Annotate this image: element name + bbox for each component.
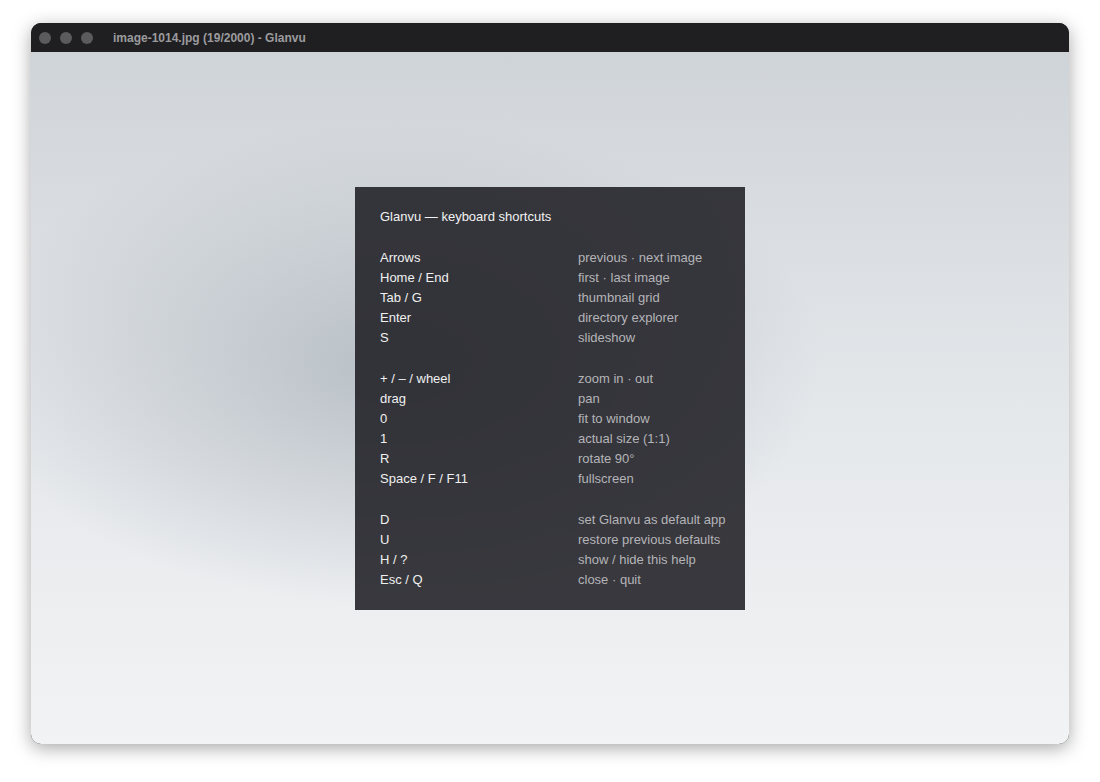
title-bar: image-1014.jpg (19/2000) - Glanvu	[31, 23, 1069, 52]
shortcut-action: close · quit	[578, 570, 730, 590]
shortcut-action: slideshow	[578, 328, 730, 348]
shortcut-keys: H / ?	[380, 550, 578, 570]
shortcut-keys: Space / F / F11	[380, 469, 578, 489]
help-title: Glanvu — keyboard shortcuts	[380, 207, 730, 227]
shortcut-keys: U	[380, 530, 578, 550]
shortcut-action: set Glanvu as default app	[578, 510, 730, 530]
shortcut-keys: R	[380, 449, 578, 469]
shortcut-keys: Arrows	[380, 248, 578, 268]
shortcut-keys: Esc / Q	[380, 570, 578, 590]
shortcut-keys: D	[380, 510, 578, 530]
shortcut-action: first · last image	[578, 268, 730, 288]
shortcut-action: restore previous defaults	[578, 530, 730, 550]
shortcut-action: actual size (1:1)	[578, 429, 730, 449]
shortcut-keys: Enter	[380, 308, 578, 328]
shortcut-action: fullscreen	[578, 469, 730, 489]
shortcut-keys: drag	[380, 389, 578, 409]
minimize-button-icon[interactable]	[60, 32, 72, 44]
zoom-button-icon[interactable]	[81, 32, 93, 44]
shortcut-keys: 1	[380, 429, 578, 449]
window-title: image-1014.jpg (19/2000) - Glanvu	[113, 29, 306, 47]
shortcut-action: thumbnail grid	[578, 288, 730, 308]
shortcut-action: directory explorer	[578, 308, 730, 328]
help-overlay: Glanvu — keyboard shortcuts Arrowsprevio…	[355, 187, 745, 610]
shortcut-action: previous · next image	[578, 248, 730, 268]
shortcut-keys: + / – / wheel	[380, 369, 578, 389]
app-window: image-1014.jpg (19/2000) - Glanvu Glanvu…	[31, 23, 1069, 744]
shortcut-keys: Home / End	[380, 268, 578, 288]
shortcut-action: pan	[578, 389, 730, 409]
shortcut-group: Arrowsprevious · next imageHome / Endfir…	[380, 248, 730, 348]
shortcut-action: rotate 90°	[578, 449, 730, 469]
shortcut-action: fit to window	[578, 409, 730, 429]
close-button-icon[interactable]	[39, 32, 51, 44]
shortcut-action: zoom in · out	[578, 369, 730, 389]
shortcut-keys: S	[380, 328, 578, 348]
image-viewport[interactable]: Glanvu — keyboard shortcuts Arrowsprevio…	[31, 52, 1069, 744]
shortcut-action: show / hide this help	[578, 550, 730, 570]
shortcut-keys: 0	[380, 409, 578, 429]
shortcut-group: + / – / wheelzoom in · outdragpan0fit to…	[380, 369, 730, 489]
shortcut-keys: Tab / G	[380, 288, 578, 308]
shortcut-group: Dset Glanvu as default appUrestore previ…	[380, 510, 730, 590]
